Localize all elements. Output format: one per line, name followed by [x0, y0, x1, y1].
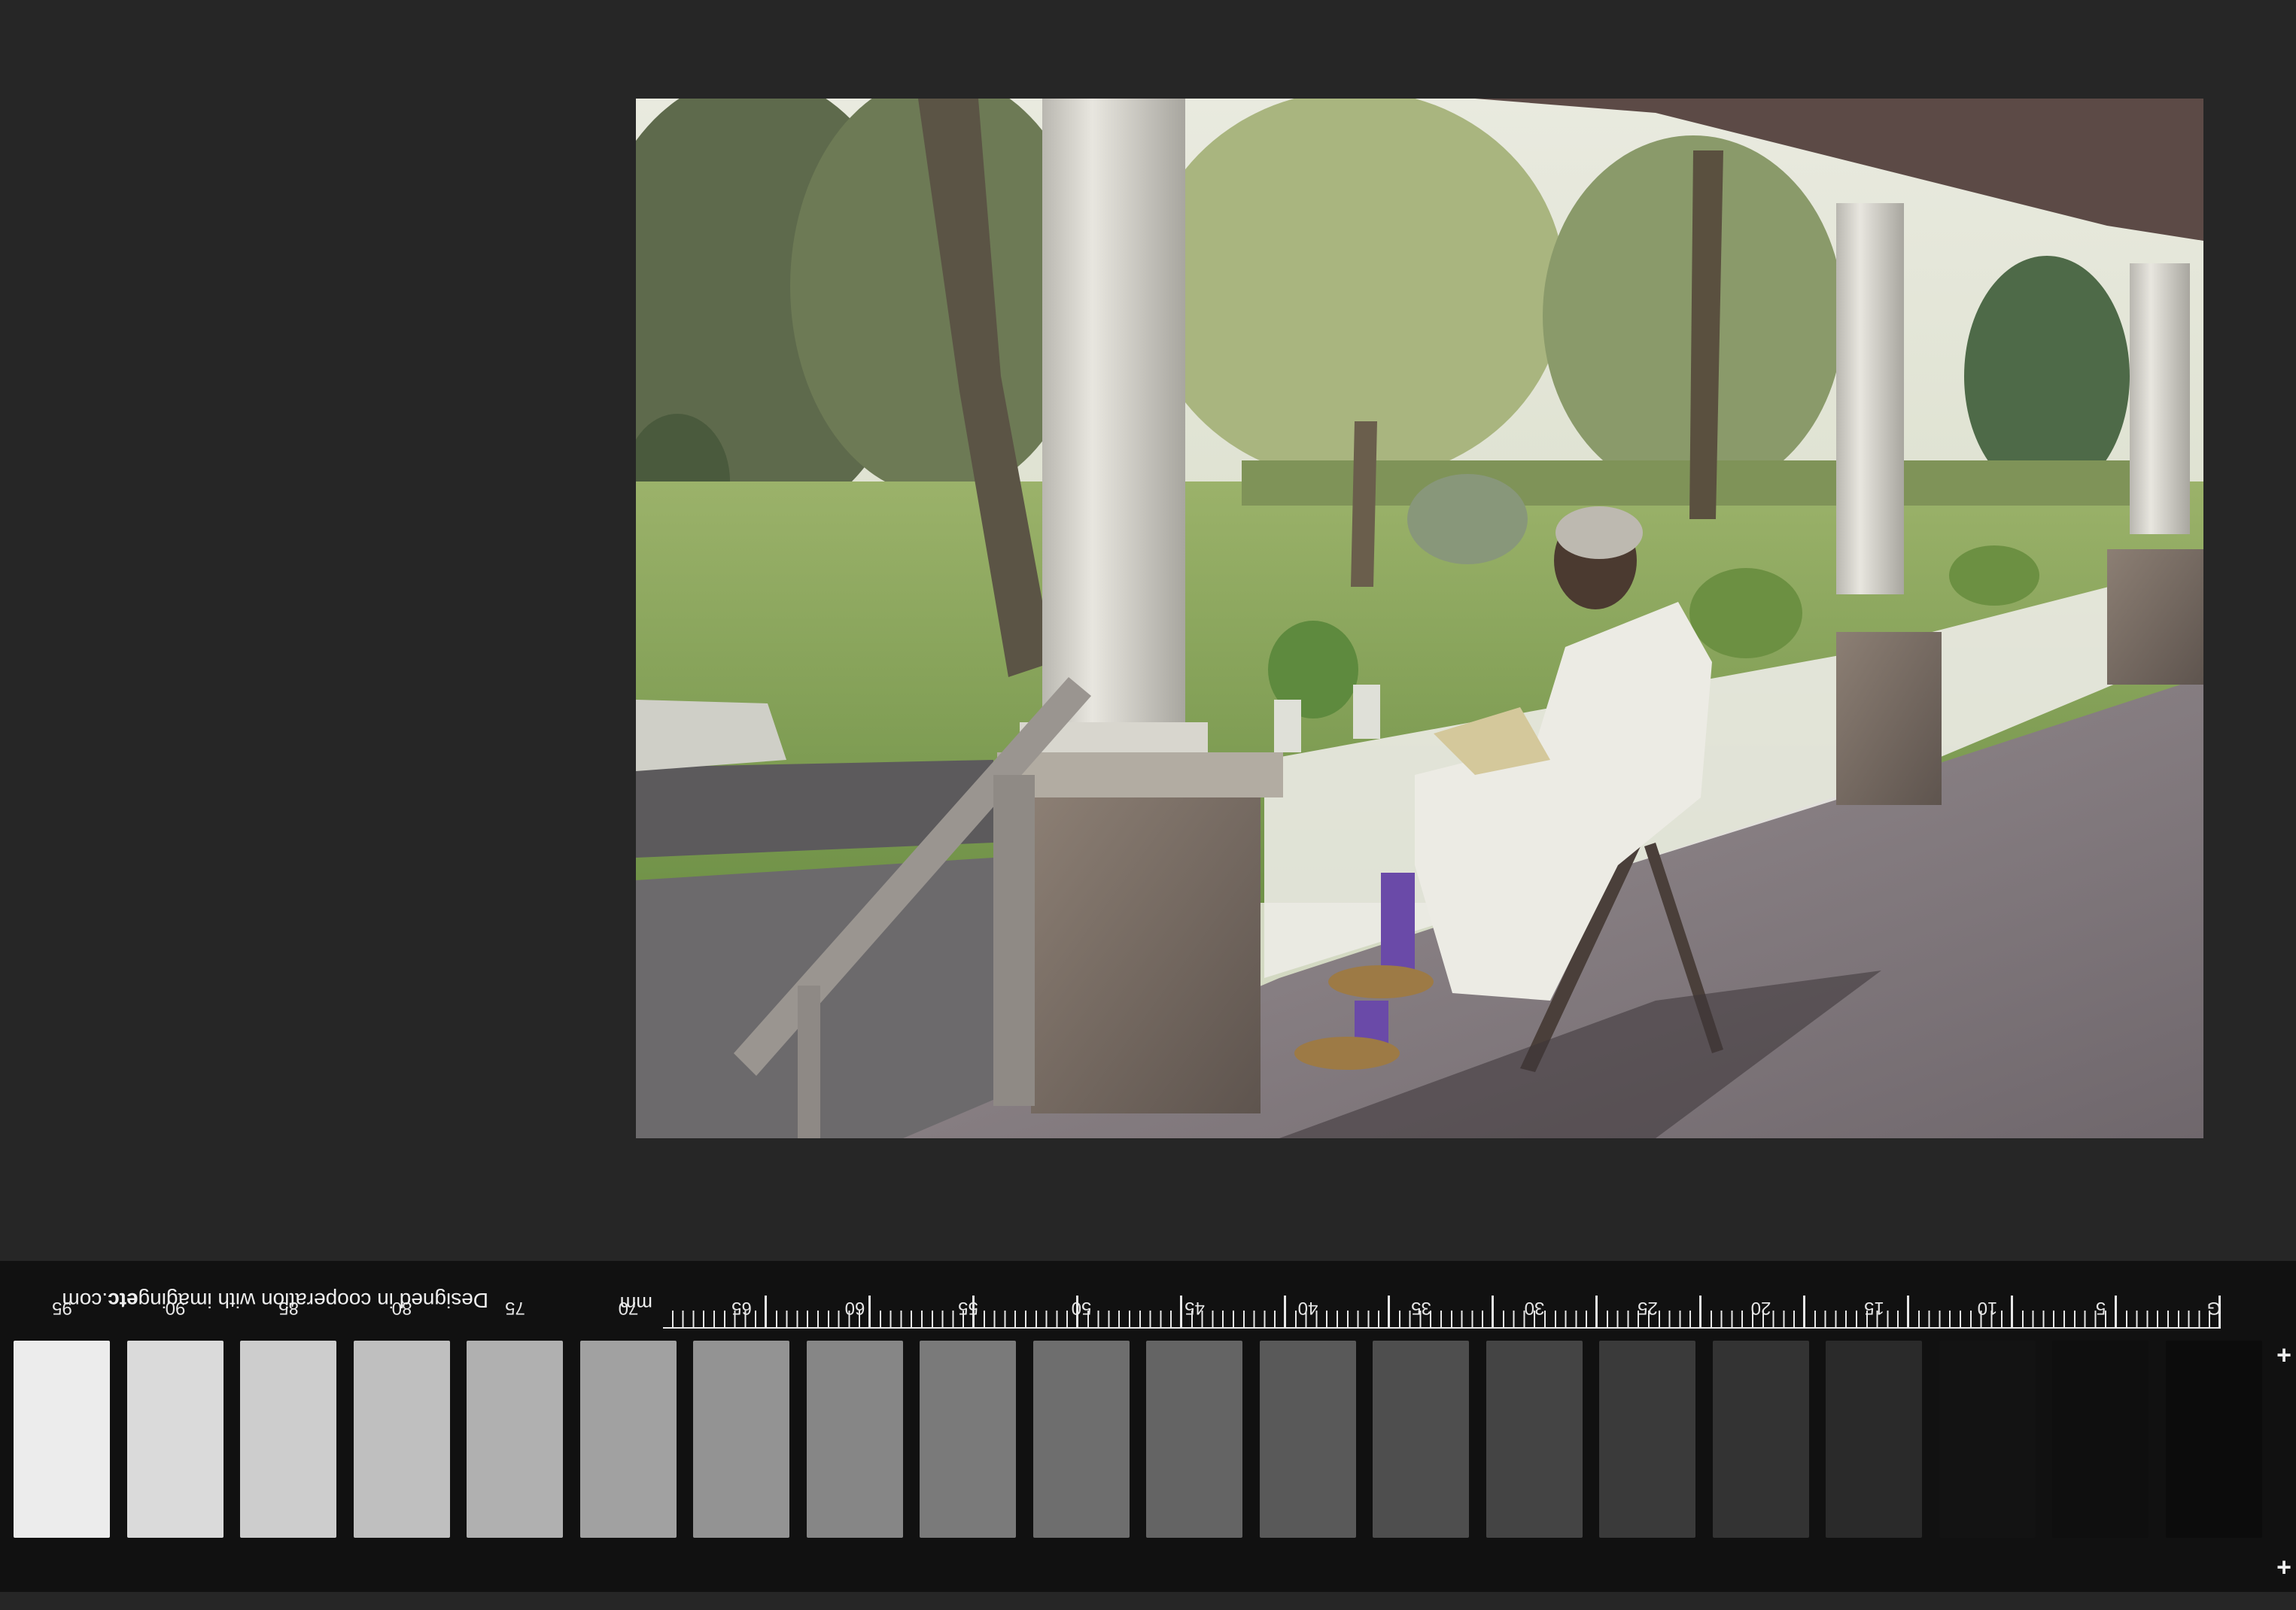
credit-line: Designed in cooperation with imagingetc.…: [62, 1289, 488, 1312]
shrub: [1689, 568, 1802, 658]
gray-patch: 75: [467, 1298, 564, 1538]
ruler-major-ticks: [663, 1290, 2221, 1329]
gray-patch: 15: [1826, 1298, 1923, 1538]
front-column: [1042, 99, 1185, 746]
gray-patch: 80: [354, 1298, 450, 1538]
registration-mark: +: [2276, 1553, 2291, 1581]
sandal: [1328, 965, 1434, 998]
path-patch: [636, 700, 786, 771]
grey-hair: [1556, 506, 1643, 559]
registration-mark: +: [2276, 1341, 2291, 1369]
sandal: [1294, 1037, 1400, 1070]
shrub: [1949, 545, 2039, 606]
shrub: [1407, 474, 1528, 564]
gray-patch: 90: [127, 1298, 224, 1538]
drinking-glass: [1353, 685, 1380, 739]
gray-patch: 40: [1260, 1298, 1356, 1538]
gray-patch: 65: [693, 1298, 790, 1538]
handrail-post: [993, 775, 1035, 1106]
column: [2130, 263, 2190, 534]
gray-patch-row: G5101520253035404550556065707580859095: [0, 1298, 2296, 1559]
column-base: [1836, 632, 1942, 805]
photograph: [636, 99, 2203, 1138]
gray-patch: 50: [1033, 1298, 1130, 1538]
gray-patch: 45: [1146, 1298, 1243, 1538]
gray-patch: 85: [240, 1298, 337, 1538]
gray-patch: 55: [920, 1298, 1017, 1538]
gray-patch: 5: [2052, 1298, 2149, 1538]
grayscale-target: G5101520253035404550556065707580859095 m…: [0, 1261, 2296, 1592]
column-plinth: [997, 752, 1283, 797]
tree-trunk: [1351, 421, 1377, 587]
gray-patch: 60: [807, 1298, 903, 1538]
gray-patch: G: [2166, 1298, 2262, 1538]
mm-ruler: mm Designed in cooperation with imaginge…: [0, 1261, 2296, 1329]
gray-patch: 95: [14, 1298, 111, 1538]
ruler-unit-label: mm: [619, 1293, 652, 1315]
gray-patch: 35: [1373, 1298, 1470, 1538]
column: [1836, 203, 1904, 594]
gray-patch: 70: [580, 1298, 677, 1538]
gray-patch: 20: [1713, 1298, 1809, 1538]
gray-patch: 30: [1486, 1298, 1583, 1538]
gray-patch: 10: [1939, 1298, 2036, 1538]
column-base: [2107, 549, 2203, 685]
gray-patch: 25: [1599, 1298, 1696, 1538]
handrail-post: [798, 986, 820, 1138]
purple-sock: [1381, 873, 1415, 971]
drinking-glass: [1274, 700, 1301, 752]
stone-pier: [1031, 797, 1261, 1113]
